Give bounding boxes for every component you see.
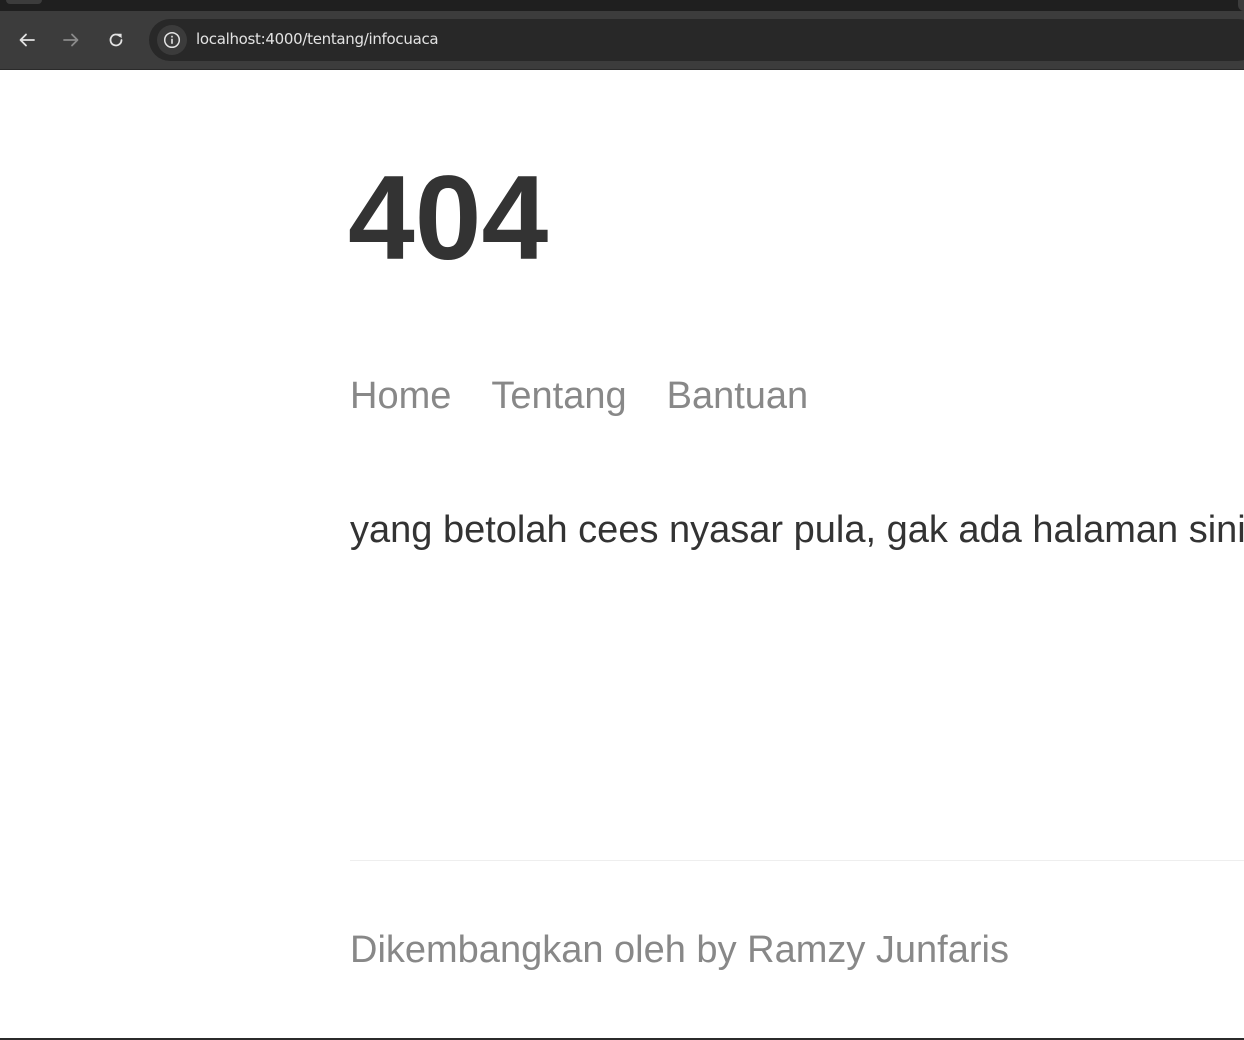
info-icon — [163, 31, 181, 49]
tab-strip-edge — [1238, 0, 1244, 11]
browser-chrome: localhost:4000/tentang/infocuaca — [0, 0, 1244, 70]
arrow-left-icon — [19, 33, 35, 47]
nav-link-home[interactable]: Home — [350, 377, 451, 415]
back-button[interactable] — [12, 25, 42, 55]
page-content: 404 Home Tentang Bantuan yang betolah ce… — [0, 70, 1244, 1038]
footer-divider — [350, 860, 1244, 861]
url-text[interactable]: localhost:4000/tentang/infocuaca — [196, 30, 439, 48]
arrow-right-icon — [63, 33, 79, 47]
address-bar[interactable]: localhost:4000/tentang/infocuaca — [149, 19, 1244, 61]
browser-toolbar: localhost:4000/tentang/infocuaca — [0, 11, 1244, 70]
site-info-button[interactable] — [157, 25, 187, 55]
tab-strip — [0, 0, 1244, 11]
footer-credit: Dikembangkan oleh by Ramzy Junfaris — [350, 929, 1009, 971]
nav-link-bantuan[interactable]: Bantuan — [667, 377, 809, 415]
main-nav: Home Tentang Bantuan — [350, 377, 808, 415]
page-title: 404 — [348, 151, 549, 285]
error-message: yang betolah cees nyasar pula, gak ada h… — [350, 509, 1244, 551]
nav-link-tentang[interactable]: Tentang — [491, 377, 626, 415]
forward-button[interactable] — [56, 25, 86, 55]
tab[interactable] — [6, 0, 42, 4]
reload-button[interactable] — [101, 25, 131, 55]
reload-icon — [109, 33, 123, 47]
